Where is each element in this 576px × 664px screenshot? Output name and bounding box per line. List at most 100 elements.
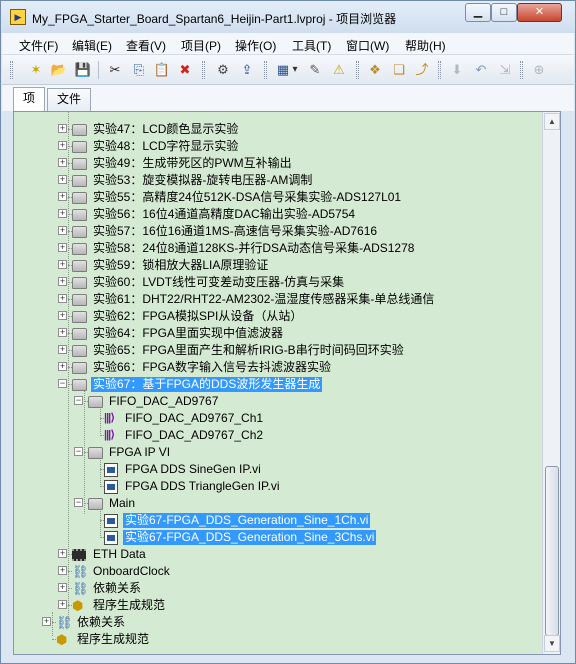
expand-toggle[interactable]: + (58, 328, 67, 337)
tree-folder-main[interactable]: − Main (14, 495, 542, 512)
tree-folder-exp49[interactable]: + 实验49：生成带死区的PWM互补输出 (14, 155, 542, 172)
tree-folder-exp61[interactable]: + 实验61：DHT22/RHT22-AM2302-温湿度传感器采集-单总线通信 (14, 291, 542, 308)
expand-toggle[interactable]: + (58, 226, 67, 235)
tree-folder-exp62[interactable]: + 实验62：FPGA模拟SPI从设备（从站） (14, 308, 542, 325)
tree-folder-fpga-ip-vi[interactable]: − FPGA IP VI (14, 444, 542, 461)
menu-tools[interactable]: 工具(T) (292, 37, 331, 54)
paste-icon[interactable]: 📋 (153, 61, 171, 79)
toolbar-grip[interactable] (356, 61, 359, 79)
tree-folder-exp48[interactable]: + 实验48：LCD字符显示实验 (14, 138, 542, 155)
move-icon[interactable]: ⤴ (413, 61, 431, 79)
menu-window[interactable]: 窗口(W) (346, 37, 389, 54)
toolbar-grip[interactable] (438, 61, 441, 79)
build-icon[interactable]: ⚙ (214, 61, 232, 79)
warning-icon[interactable]: ⚠ (330, 61, 348, 79)
expand-toggle[interactable]: + (58, 566, 67, 575)
expand-toggle[interactable]: + (58, 175, 67, 184)
tree-item-fifo-ch1[interactable]: |||⟩ FIFO_DAC_AD9767_Ch1 (14, 410, 542, 427)
collapse-toggle[interactable]: − (74, 447, 83, 456)
expand-toggle[interactable]: + (58, 362, 67, 371)
deploy-icon[interactable]: ⇪ (238, 61, 256, 79)
tree-folder-exp64[interactable]: + 实验64：FPGA里面实现中值滤波器 (14, 325, 542, 342)
expand-toggle[interactable]: + (58, 277, 67, 286)
tree-item-onboard-clock[interactable]: + ⛓ OnboardClock (14, 563, 542, 580)
tree-folder-exp57[interactable]: + 实验57：16位16通道1MS-高速信号采集实验-AD7616 (14, 223, 542, 240)
new-icon[interactable]: ✶ (27, 61, 45, 79)
tree-folder-fifo-dac[interactable]: − FIFO_DAC_AD9767 (14, 393, 542, 410)
expand-toggle[interactable]: + (58, 124, 67, 133)
scroll-up-button[interactable]: ▲ (544, 113, 560, 130)
open-icon[interactable]: 📂 (50, 61, 68, 79)
expand-toggle[interactable]: + (58, 345, 67, 354)
expand-toggle[interactable]: + (58, 192, 67, 201)
menu-help[interactable]: 帮助(H) (405, 37, 446, 54)
wizard-icon[interactable]: ✎ (306, 61, 324, 79)
expand-toggle[interactable]: + (58, 158, 67, 167)
menu-project[interactable]: 项目(P) (181, 37, 221, 54)
filter-icon[interactable]: ⬇ (448, 61, 466, 79)
collapse-toggle[interactable]: − (58, 379, 67, 388)
tree-folder-exp65[interactable]: + 实验65：FPGA里面产生和解析IRIG-B串行时间码回环实验 (14, 342, 542, 359)
tree-folder-exp55[interactable]: + 实验55：高精度24位512K-DSA信号采集实验-ADS127L01 (14, 189, 542, 206)
scroll-down-button[interactable]: ▼ (544, 635, 560, 652)
tree-item-eth-data[interactable]: + ETH Data (14, 546, 542, 563)
collapse-toggle[interactable]: − (74, 498, 83, 507)
tab-files[interactable]: 文件 (47, 88, 91, 111)
expand-toggle[interactable]: + (58, 260, 67, 269)
tree-folder-exp47[interactable]: + 实验47：LCD颜色显示实验 (14, 121, 542, 138)
menu-view[interactable]: 查看(V) (126, 37, 166, 54)
undo-icon[interactable]: ↶ (472, 61, 490, 79)
minimize-button[interactable]: ▁ (465, 3, 491, 22)
tree-folder-exp67[interactable]: − 实验67：基于FPGA的DDS波形发生器生成 (14, 376, 542, 393)
tree-item-fpga-build-specs[interactable]: + ⬢ 程序生成规范 (14, 597, 542, 614)
folder-icon (72, 362, 87, 374)
add-icon[interactable]: ⊕ (530, 61, 548, 79)
expand-toggle[interactable]: + (42, 617, 51, 626)
close-button[interactable]: ✕ (517, 3, 562, 22)
tab-items[interactable]: 项 (13, 87, 45, 111)
tree-folder-exp59[interactable]: + 实验59：锁相放大器LIA原理验证 (14, 257, 542, 274)
tree-folder-exp53[interactable]: + 实验53：旋变模拟器-旋转电压器-AM调制 (14, 172, 542, 189)
tree-folder-exp58[interactable]: + 实验58：24位8通道128KS-并行DSA动态信号采集-ADS1278 (14, 240, 542, 257)
tree-item-sine-1ch-vi[interactable]: 实验67-FPGA_DDS_Generation_Sine_1Ch.vi (14, 512, 542, 529)
vertical-scrollbar[interactable]: ▲ ▼ (542, 112, 560, 654)
toolbar-grip[interactable] (264, 61, 267, 79)
cut-icon[interactable]: ✂ (106, 61, 124, 79)
menu-file[interactable]: 文件(F) (19, 37, 58, 54)
save-all-icon[interactable]: 💾 (74, 61, 92, 79)
project-tree[interactable]: + 实验47：LCD颜色显示实验 + 实验48：LCD字符显示实验 + 实验49：生成带死… (14, 112, 542, 654)
toolbar-grip[interactable] (202, 61, 205, 79)
expand-toggle[interactable]: + (58, 600, 67, 609)
expand-toggle[interactable]: + (58, 311, 67, 320)
expand-toggle[interactable]: + (58, 141, 67, 150)
tree-folder-exp60[interactable]: + 实验60：LVDT线性可变差动变压器-仿真与采集 (14, 274, 542, 291)
expand-toggle[interactable]: + (58, 549, 67, 558)
group-icon[interactable]: ❖ (366, 61, 384, 79)
tree-item-fpga-dependencies[interactable]: + ⛓ 依赖关系 (14, 580, 542, 597)
expand-toggle[interactable]: + (58, 209, 67, 218)
expand-toggle[interactable]: + (58, 243, 67, 252)
tree-item-trianglegen-vi[interactable]: FPGA DDS TriangleGen IP.vi (14, 478, 542, 495)
tree-item-dependencies[interactable]: + ⛓ 依赖关系 (14, 614, 542, 631)
tree-folder-exp56[interactable]: + 实验56：16位4通道高精度DAC输出实验-AD5754 (14, 206, 542, 223)
view-dropdown-arrow[interactable]: ▾ (290, 61, 300, 79)
menu-edit[interactable]: 编辑(E) (72, 37, 112, 54)
tree-folder-exp66[interactable]: + 实验66：FPGA数字输入信号去抖滤波器实验 (14, 359, 542, 376)
tree-item-sinegen-vi[interactable]: FPGA DDS SineGen IP.vi (14, 461, 542, 478)
expand-toggle[interactable]: + (58, 583, 67, 592)
ungroup-icon[interactable]: ❏ (390, 61, 408, 79)
copy-icon[interactable]: ⎘ (130, 61, 148, 79)
title-bar[interactable]: ▶ My_FPGA_Starter_Board_Spartan6_Heijin-… (1, 1, 575, 33)
tree-item-fifo-ch2[interactable]: |||⟩ FIFO_DAC_AD9767_Ch2 (14, 427, 542, 444)
toolbar-grip[interactable] (520, 61, 523, 79)
menu-operate[interactable]: 操作(O) (235, 37, 276, 54)
expand-toggle[interactable]: + (58, 294, 67, 303)
delete-icon[interactable]: ✖ (176, 61, 194, 79)
redo-icon[interactable]: ⇲ (496, 61, 514, 79)
collapse-toggle[interactable]: − (74, 396, 83, 405)
scroll-thumb[interactable] (545, 466, 559, 636)
toolbar-grip[interactable] (10, 61, 13, 79)
tree-item-sine-3chs-vi[interactable]: 实验67-FPGA_DDS_Generation_Sine_3Chs.vi (14, 529, 542, 546)
maximize-button[interactable]: □ (491, 3, 517, 22)
tree-item-build-specs[interactable]: ⬢ 程序生成规范 (14, 631, 542, 648)
